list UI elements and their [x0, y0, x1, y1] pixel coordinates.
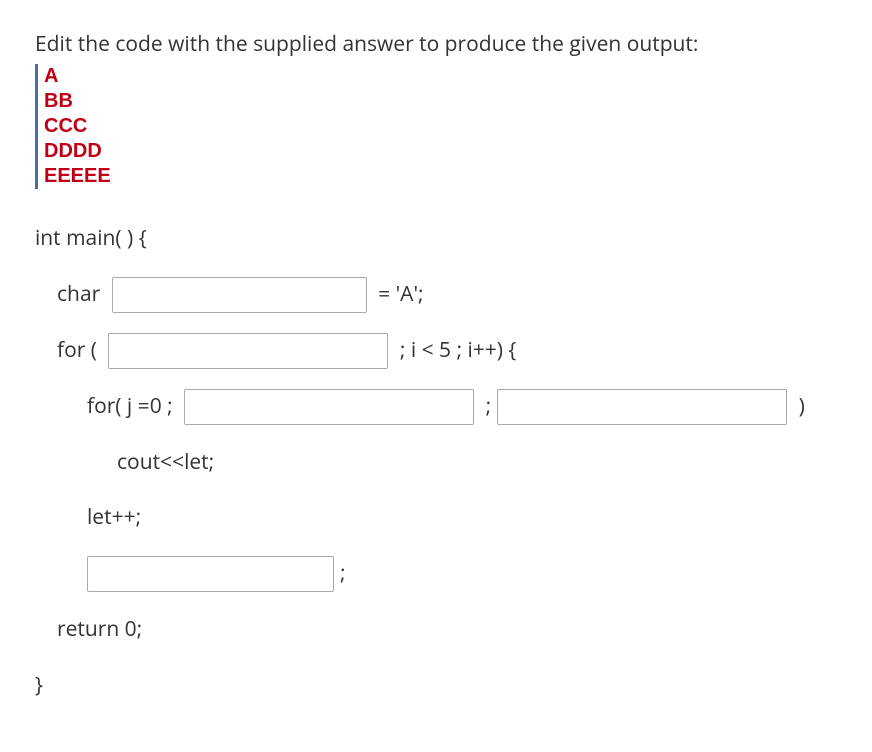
- output-line: DDDD: [44, 139, 837, 164]
- code-for1-lead: for (: [57, 331, 102, 371]
- code-brace: }: [35, 666, 43, 706]
- code-letpp: let++;: [87, 498, 141, 538]
- code-for2-lead: for( j =0 ;: [87, 387, 178, 427]
- code-block: int main( ) { char = 'A'; for ( ; i < 5 …: [35, 219, 837, 706]
- code-for2-tail: ): [793, 387, 805, 427]
- blank-for1-init[interactable]: [108, 333, 388, 369]
- blank-for2-cond[interactable]: [184, 389, 474, 425]
- blank-char-varname[interactable]: [112, 277, 367, 313]
- code-char-tail: = 'A';: [373, 275, 424, 315]
- code-return: return 0;: [35, 610, 142, 650]
- expected-output-block: A BB CCC DDDD EEEEE: [35, 64, 837, 189]
- code-for1-tail: ; i < 5 ; i++) {: [394, 331, 516, 371]
- output-line: A: [44, 64, 837, 89]
- code-for2-mid: ;: [480, 387, 491, 427]
- output-line: BB: [44, 89, 837, 114]
- blank-tail-stmt[interactable]: [87, 556, 334, 592]
- output-line: EEEEE: [44, 164, 837, 189]
- code-semicolon: ;: [340, 554, 346, 594]
- output-line: CCC: [44, 114, 837, 139]
- code-cout: cout<<let;: [117, 443, 214, 483]
- blank-for2-inc[interactable]: [497, 389, 787, 425]
- code-main-decl: int main( ) {: [35, 219, 147, 259]
- instruction-text: Edit the code with the supplied answer t…: [35, 30, 837, 58]
- code-char-label: char: [57, 275, 106, 315]
